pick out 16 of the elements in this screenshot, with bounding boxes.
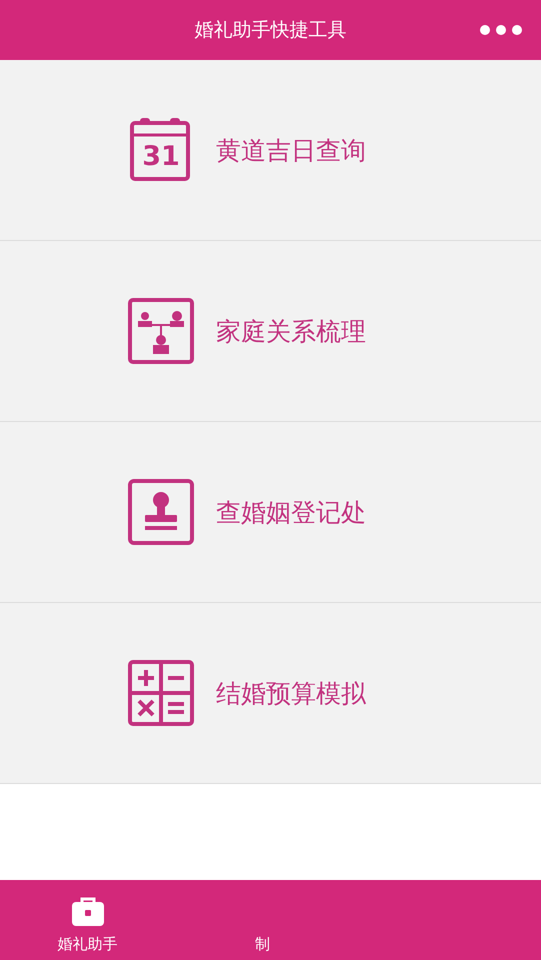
page-title: 婚礼助手快捷工具 [194,18,346,43]
menu-label: 家庭关系梳理 [216,316,366,348]
menu-item[interactable]: 家庭关系梳理 [0,241,541,422]
more-icon[interactable] [479,23,523,37]
family-tree-icon [128,298,194,364]
menu-item[interactable]: 查婚姻登记处 [0,422,541,603]
menu-label: 查婚姻登记处 [216,496,366,528]
menu-item[interactable]: 31 黄道吉日查询 [0,60,541,241]
menu-item[interactable]: 结婚预算模拟 [0,603,541,784]
tab[interactable]: 制 [175,880,350,960]
calculator-icon [128,660,194,726]
stamp-icon [128,479,194,545]
menu-label: 黄道吉日查询 [216,134,366,166]
briefcase-icon [70,897,104,927]
tab[interactable]: 婚礼助手 [0,880,175,960]
menu-label: 结婚预算模拟 [216,678,366,710]
